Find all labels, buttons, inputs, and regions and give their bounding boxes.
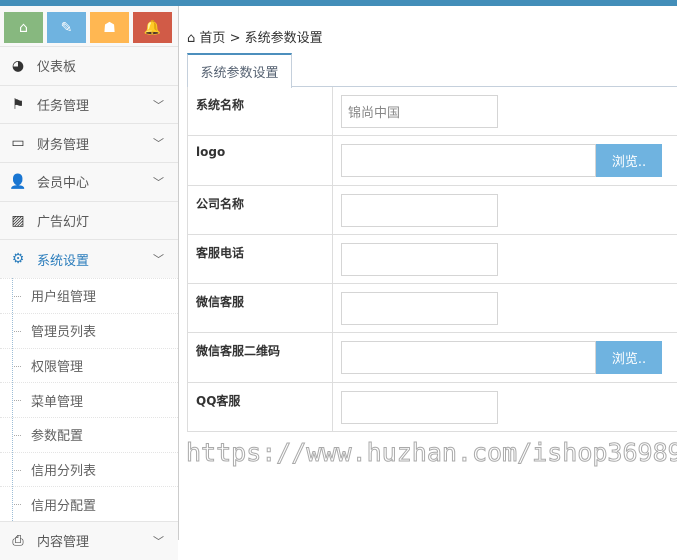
flag-icon: ⚑ [11, 96, 25, 113]
sidebar-item-dashboard[interactable]: ◕ 仪表板 [0, 46, 178, 85]
chevron-down-icon: ﹀ [153, 137, 164, 151]
field-label: 微信客服 [188, 284, 333, 333]
pencil-icon: ✎ [60, 19, 73, 36]
tab-bar: 系统参数设置 [187, 53, 677, 88]
sidebar-item-members[interactable]: 👤 会员中心 ﹀ [0, 162, 178, 201]
chevron-down-icon: ﹀ [153, 175, 164, 189]
sidebar: ⌂ ✎ ☗ 🔔 ◕ 仪表板 ⚑ 任务管理 ﹀ ▭ 财务管理 ﹀ 👤 会员中心 ﹀ ▨ 广告幻灯 … [0, 6, 179, 560]
alert-shortcut-button[interactable]: 🔔 [133, 12, 172, 43]
sidebar-item-label: 内容管理 [37, 535, 90, 551]
field-label: logo [188, 136, 333, 185]
shortcut-buttons: ⌂ ✎ ☗ 🔔 [0, 6, 178, 46]
print-icon: ⎙ [12, 532, 24, 549]
company-name-input[interactable] [341, 193, 498, 227]
form-row-wechat-qrcode: 微信客服二维码 浏览.. [187, 333, 677, 383]
watermark-text: https://www.huzhan.com/ishop36989 [186, 438, 677, 468]
breadcrumb-home-link[interactable]: 首页 [199, 31, 225, 46]
breadcrumb-separator: > [229, 31, 241, 46]
wechat-service-input[interactable] [341, 292, 498, 326]
wechat-qrcode-file-input[interactable] [341, 341, 596, 375]
form-row-wechat-service: 微信客服 [187, 284, 677, 334]
submenu-item-user-groups[interactable]: 用户组管理 [0, 278, 178, 313]
sidebar-item-label: 任务管理 [37, 99, 90, 115]
form-row-logo: logo 浏览.. [187, 136, 677, 186]
home-icon: ⌂ [187, 31, 196, 46]
sidebar-item-finance[interactable]: ▭ 财务管理 ﹀ [0, 123, 178, 163]
home-shortcut-button[interactable]: ⌂ [4, 12, 43, 43]
chevron-down-icon: ﹀ [153, 534, 164, 548]
submenu-item-admin-list[interactable]: 管理员列表 [0, 312, 178, 348]
submenu-item-params[interactable]: 参数配置 [0, 416, 178, 452]
submenu-item-credit-list[interactable]: 信用分列表 [0, 451, 178, 487]
home-icon: ⌂ [19, 19, 28, 36]
dashboard-icon: ◕ [11, 57, 25, 74]
sidebar-item-content[interactable]: ⎙ 内容管理 ﹀ [0, 520, 178, 560]
field-label: 客服电话 [188, 234, 333, 284]
submenu-item-permissions[interactable]: 权限管理 [0, 347, 178, 383]
settings-form: 系统名称 logo 浏览.. 公司名称 客服电话 微信客服 微信客服二维码 浏览..… [187, 87, 677, 433]
sidebar-item-tasks[interactable]: ⚑ 任务管理 ﹀ [0, 84, 178, 124]
user-icon: 👤 [9, 173, 27, 190]
sidebar-item-label: 仪表板 [37, 60, 77, 76]
form-row-site-name: 系统名称 [187, 87, 677, 137]
chevron-down-icon: ﹀ [153, 253, 164, 267]
form-row-qq-service: QQ客服 [187, 382, 677, 433]
edit-shortcut-button[interactable]: ✎ [47, 12, 86, 43]
qrcode-browse-button[interactable]: 浏览.. [596, 341, 662, 375]
sidebar-item-system-settings[interactable]: ⚙ 系统设置 ﹀ [0, 239, 178, 279]
sidebar-item-label: 财务管理 [37, 137, 90, 153]
chevron-down-icon: ﹀ [153, 98, 164, 112]
users-icon: ☗ [103, 19, 116, 36]
sidebar-item-ads[interactable]: ▨ 广告幻灯 [0, 200, 178, 240]
picture-icon: ▨ [11, 212, 25, 229]
hdd-icon: ▭ [11, 135, 25, 152]
cog-icon: ⚙ [11, 251, 25, 268]
submenu-item-credit-config[interactable]: 信用分配置 [0, 486, 178, 521]
field-label: 微信客服二维码 [188, 333, 333, 382]
users-shortcut-button[interactable]: ☗ [90, 12, 129, 43]
field-label: 系统名称 [188, 87, 333, 136]
bell-icon: 🔔 [143, 19, 162, 36]
breadcrumb-current: 系统参数设置 [244, 31, 323, 46]
site-name-input[interactable] [341, 95, 498, 128]
form-row-service-phone: 客服电话 [187, 234, 677, 285]
field-label: QQ客服 [188, 382, 333, 432]
system-settings-submenu: 用户组管理 管理员列表 权限管理 菜单管理 参数配置 信用分列表 信用分配置 [0, 278, 178, 521]
sidebar-item-label: 系统设置 [37, 253, 90, 269]
sidebar-item-label: 广告幻灯 [37, 215, 90, 231]
sidebar-item-label: 会员中心 [37, 176, 90, 192]
qq-service-input[interactable] [341, 390, 498, 424]
form-row-company-name: 公司名称 [187, 185, 677, 235]
tab-system-params[interactable]: 系统参数设置 [187, 53, 292, 88]
breadcrumb: ⌂ 首页 > 系统参数设置 [187, 27, 323, 46]
submenu-item-menus[interactable]: 菜单管理 [0, 382, 178, 417]
logo-browse-button[interactable]: 浏览.. [596, 144, 662, 178]
field-label: 公司名称 [188, 185, 333, 234]
logo-file-input[interactable] [341, 144, 596, 178]
service-phone-input[interactable] [341, 242, 498, 276]
